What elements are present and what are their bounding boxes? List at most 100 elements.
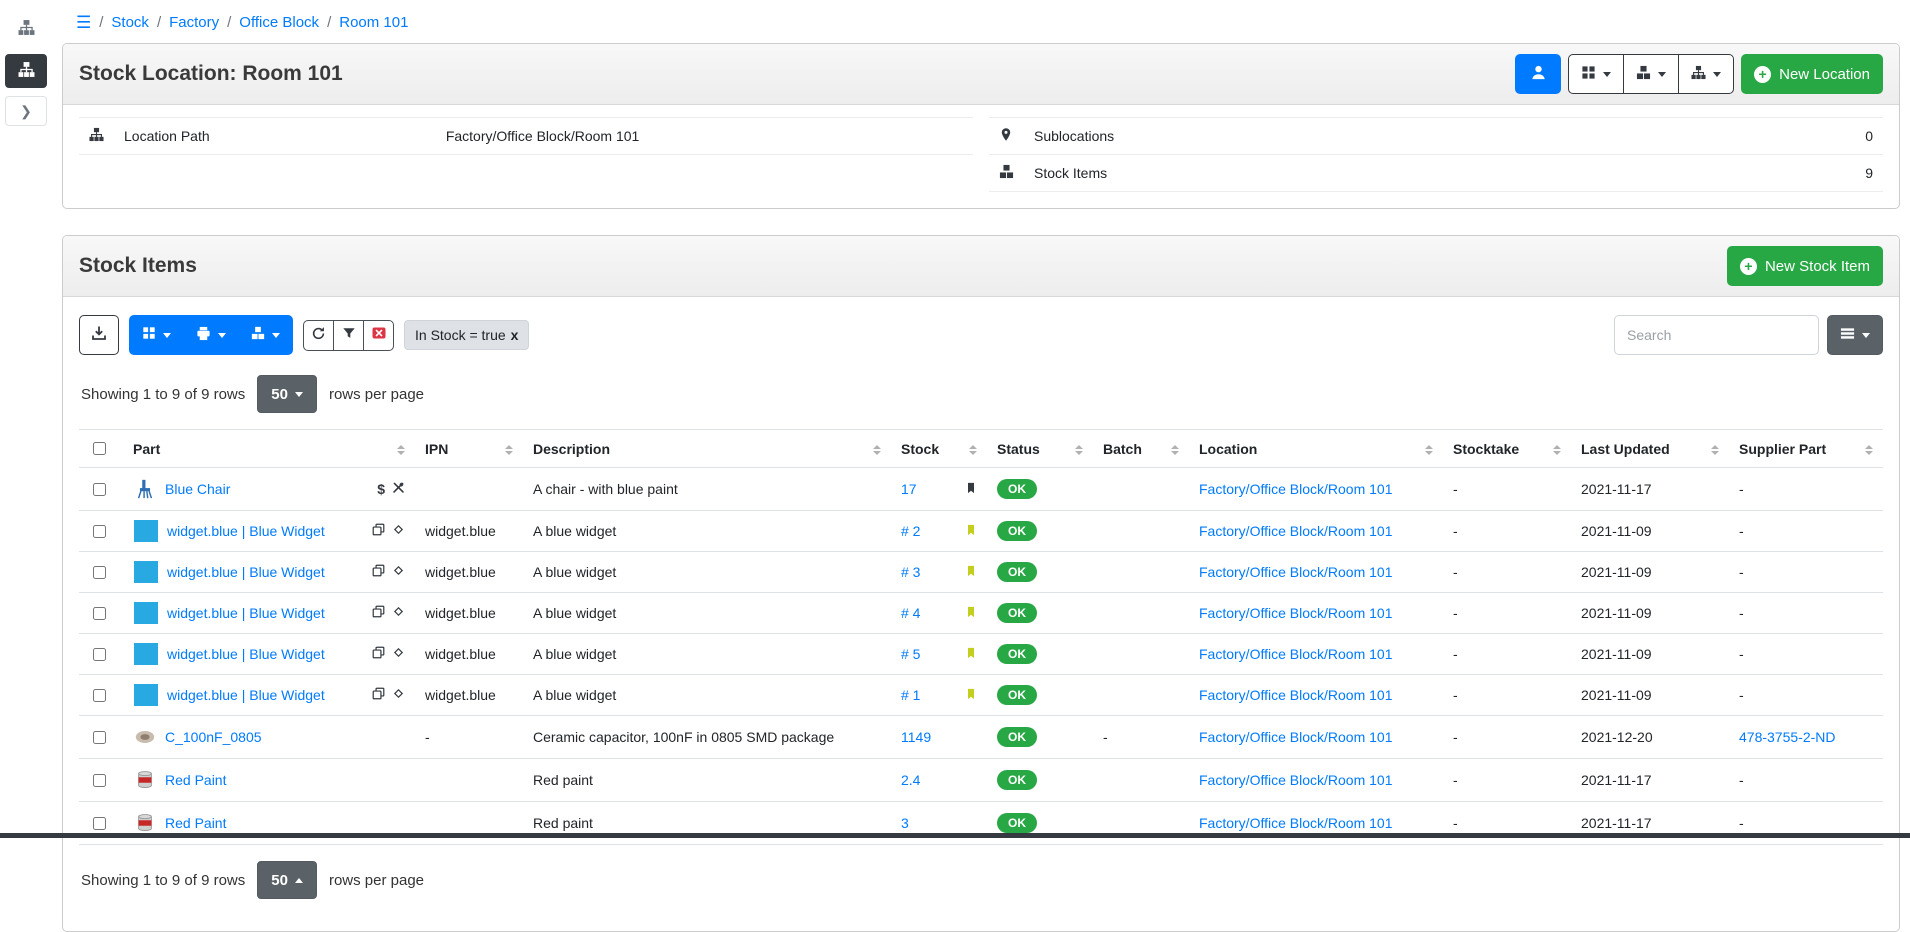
sidebar-item-current-location[interactable] bbox=[5, 54, 47, 88]
status-badge: OK bbox=[997, 770, 1037, 790]
breadcrumb-link-room-101[interactable]: Room 101 bbox=[339, 14, 408, 31]
stock-quantity-link[interactable]: 2.4 bbox=[901, 772, 920, 788]
location-link[interactable]: Factory/Office Block/Room 101 bbox=[1199, 772, 1392, 788]
serial-number-link[interactable]: # 1 bbox=[901, 687, 920, 703]
table-row: Red Paint Red paint 2.4 OK Factory/Offic… bbox=[79, 759, 1883, 802]
stock-quantity-link[interactable]: 1149 bbox=[901, 729, 931, 745]
new-location-label: New Location bbox=[1779, 66, 1870, 83]
blue-widget-thumbnail bbox=[134, 643, 158, 665]
location-details: Location Path Factory/Office Block/Room … bbox=[79, 117, 1883, 192]
page-title: Stock Location: Room 101 bbox=[79, 62, 343, 86]
location-tree-actions-dropdown[interactable] bbox=[1678, 54, 1734, 94]
location-link[interactable]: Factory/Office Block/Room 101 bbox=[1199, 605, 1392, 621]
barcode-actions-dropdown[interactable] bbox=[1568, 54, 1624, 94]
column-header-ipn[interactable]: IPN bbox=[415, 430, 523, 468]
refresh-button[interactable] bbox=[303, 320, 334, 351]
breadcrumb-link-stock[interactable]: Stock bbox=[111, 14, 149, 31]
column-header-batch[interactable]: Batch bbox=[1093, 430, 1189, 468]
sidebar-item-location-tree[interactable] bbox=[5, 12, 47, 46]
filter-tag-in-stock[interactable]: In Stock = true x bbox=[404, 320, 529, 350]
table-row: widget.blue | Blue Widget widget.blue A … bbox=[79, 634, 1883, 675]
variant-diamond-icon bbox=[392, 687, 405, 703]
row-checkbox[interactable] bbox=[93, 689, 106, 702]
search-input[interactable] bbox=[1614, 315, 1819, 355]
bookmark-icon bbox=[965, 646, 977, 663]
part-link[interactable]: Blue Chair bbox=[165, 481, 230, 497]
stock-actions-dropdown[interactable] bbox=[1623, 54, 1679, 94]
serial-number-link[interactable]: # 5 bbox=[901, 646, 920, 662]
caret-down-icon bbox=[1658, 72, 1666, 77]
sort-icon bbox=[1865, 445, 1873, 455]
toolbar-dropdowns bbox=[129, 315, 293, 355]
location-link[interactable]: Factory/Office Block/Room 101 bbox=[1199, 687, 1392, 703]
status-badge: OK bbox=[997, 562, 1037, 582]
row-checkbox[interactable] bbox=[93, 731, 106, 744]
serial-number-link[interactable]: # 4 bbox=[901, 605, 920, 621]
row-checkbox[interactable] bbox=[93, 483, 106, 496]
filter-button[interactable] bbox=[333, 320, 364, 351]
stock-quantity-link[interactable]: 3 bbox=[901, 815, 909, 831]
new-location-button[interactable]: + New Location bbox=[1741, 54, 1883, 94]
download-button[interactable] bbox=[79, 315, 119, 355]
part-link[interactable]: widget.blue | Blue Widget bbox=[167, 605, 325, 621]
barcode-actions-dropdown[interactable] bbox=[129, 315, 184, 355]
stock-options-dropdown[interactable] bbox=[238, 315, 293, 355]
serial-number-link[interactable]: # 3 bbox=[901, 564, 920, 580]
breadcrumb-separator: / bbox=[227, 14, 231, 31]
bookmark-icon bbox=[965, 523, 977, 540]
part-link[interactable]: widget.blue | Blue Widget bbox=[167, 687, 325, 703]
location-link[interactable]: Factory/Office Block/Room 101 bbox=[1199, 481, 1392, 497]
columns-dropdown[interactable] bbox=[1827, 315, 1883, 355]
location-link[interactable]: Factory/Office Block/Room 101 bbox=[1199, 646, 1392, 662]
row-checkbox[interactable] bbox=[93, 566, 106, 579]
part-link[interactable]: Red Paint bbox=[165, 772, 226, 788]
column-header-stocktake[interactable]: Stocktake bbox=[1443, 430, 1571, 468]
filter-tag-text: In Stock = true bbox=[415, 327, 506, 343]
part-link[interactable]: Red Paint bbox=[165, 815, 226, 831]
location-link[interactable]: Factory/Office Block/Room 101 bbox=[1199, 729, 1392, 745]
location-link[interactable]: Factory/Office Block/Room 101 bbox=[1199, 523, 1392, 539]
detail-row-sublocations: Sublocations 0 bbox=[989, 118, 1883, 155]
sort-icon bbox=[969, 445, 977, 455]
column-header-last-updated[interactable]: Last Updated bbox=[1571, 430, 1729, 468]
part-link[interactable]: widget.blue | Blue Widget bbox=[167, 523, 325, 539]
column-header-stock[interactable]: Stock bbox=[891, 430, 987, 468]
new-stock-item-button[interactable]: + New Stock Item bbox=[1727, 246, 1883, 286]
caret-down-icon bbox=[1603, 72, 1611, 77]
column-header-supplier-part[interactable]: Supplier Part bbox=[1729, 430, 1883, 468]
sort-icon bbox=[1171, 445, 1179, 455]
filter-tag-remove[interactable]: x bbox=[511, 327, 519, 343]
select-all-checkbox[interactable] bbox=[93, 442, 106, 455]
sidebar-expand-button[interactable]: ❯ bbox=[5, 96, 47, 126]
stock-boxes-icon bbox=[989, 155, 1024, 192]
print-actions-dropdown[interactable] bbox=[183, 315, 239, 355]
column-header-part[interactable]: Part bbox=[123, 430, 415, 468]
breadcrumb-link-factory[interactable]: Factory bbox=[169, 14, 219, 31]
row-checkbox[interactable] bbox=[93, 525, 106, 538]
supplier-part-link[interactable]: 478-3755-2-ND bbox=[1739, 729, 1836, 745]
sort-icon bbox=[1711, 445, 1719, 455]
breadcrumb-link-office-block[interactable]: Office Block bbox=[239, 14, 319, 31]
row-checkbox[interactable] bbox=[93, 607, 106, 620]
row-checkbox[interactable] bbox=[93, 817, 106, 830]
part-link[interactable]: C_100nF_0805 bbox=[165, 729, 262, 745]
row-checkbox[interactable] bbox=[93, 774, 106, 787]
serial-number-link[interactable]: # 2 bbox=[901, 523, 920, 539]
clear-filters-button[interactable] bbox=[363, 320, 394, 351]
part-link[interactable]: widget.blue | Blue Widget bbox=[167, 646, 325, 662]
main-content: ☰ / Stock / Factory / Office Block / Roo… bbox=[52, 0, 1910, 932]
location-link[interactable]: Factory/Office Block/Room 101 bbox=[1199, 815, 1392, 831]
page-size-dropdown[interactable]: 50 bbox=[257, 375, 317, 413]
page-size-dropdown[interactable]: 50 bbox=[257, 861, 317, 899]
stock-quantity-link[interactable]: 17 bbox=[901, 481, 917, 497]
sitemap-icon bbox=[18, 19, 35, 39]
column-header-status[interactable]: Status bbox=[987, 430, 1093, 468]
part-link[interactable]: widget.blue | Blue Widget bbox=[167, 564, 325, 580]
sort-icon bbox=[873, 445, 881, 455]
column-header-location[interactable]: Location bbox=[1189, 430, 1443, 468]
row-checkbox[interactable] bbox=[93, 648, 106, 661]
user-actions-button[interactable] bbox=[1515, 54, 1561, 94]
column-header-description[interactable]: Description bbox=[523, 430, 891, 468]
location-link[interactable]: Factory/Office Block/Room 101 bbox=[1199, 564, 1392, 580]
hamburger-menu-icon[interactable]: ☰ bbox=[76, 14, 91, 31]
